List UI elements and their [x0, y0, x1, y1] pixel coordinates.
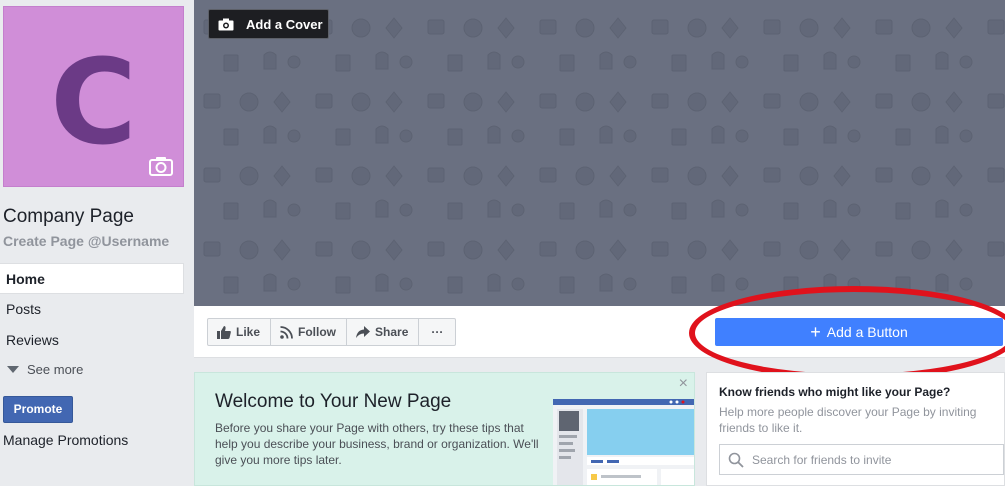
- page-actions: Like Follow Share ···: [207, 318, 457, 346]
- search-icon: [728, 452, 744, 468]
- add-a-button-cta[interactable]: + Add a Button: [715, 318, 1003, 346]
- share-label: Share: [375, 325, 409, 339]
- more-dots-icon: ···: [431, 325, 444, 339]
- invite-friends-card: Know friends who might like your Page? H…: [706, 372, 1005, 486]
- follow-button[interactable]: Follow: [270, 318, 348, 346]
- add-cover-button[interactable]: Add a Cover: [208, 9, 329, 39]
- invite-search-field[interactable]: [719, 444, 1004, 475]
- page-preview-illustration: [553, 399, 694, 485]
- share-arrow-icon: [356, 326, 371, 338]
- invite-title: Know friends who might like your Page?: [719, 385, 951, 399]
- follow-label: Follow: [298, 325, 337, 339]
- caret-down-icon: [7, 366, 19, 373]
- thumbs-up-icon: [217, 325, 231, 339]
- welcome-text: Before you share your Page with others, …: [215, 421, 539, 467]
- manage-promotions-link[interactable]: Manage Promotions: [3, 432, 128, 448]
- profile-letter: C: [50, 33, 137, 171]
- camera-icon: [218, 18, 234, 30]
- nav-item-posts[interactable]: Posts: [0, 294, 184, 325]
- welcome-card: Welcome to Your New Page Before you shar…: [194, 372, 695, 486]
- welcome-title: Welcome to Your New Page: [215, 391, 452, 412]
- invite-description: Help more people discover your Page by i…: [719, 405, 977, 435]
- cover-pattern: [194, 0, 1005, 306]
- close-icon[interactable]: ×: [679, 375, 688, 393]
- profile-picture[interactable]: C: [3, 6, 184, 187]
- nav-item-home[interactable]: Home: [0, 263, 184, 294]
- share-button[interactable]: Share: [346, 318, 420, 346]
- create-username-link[interactable]: Create Page @Username: [3, 233, 169, 249]
- like-button[interactable]: Like: [207, 318, 272, 346]
- add-cover-label: Add a Cover: [246, 16, 323, 32]
- like-label: Like: [236, 325, 261, 339]
- nav-item-reviews[interactable]: Reviews: [0, 325, 184, 356]
- invite-search-input[interactable]: [752, 452, 992, 467]
- add-a-button-label: Add a Button: [826, 324, 908, 340]
- cover-photo: [194, 0, 1005, 306]
- page-nav: Home Posts Reviews: [0, 263, 184, 356]
- see-more-link[interactable]: See more: [7, 362, 83, 377]
- promote-button[interactable]: Promote: [3, 396, 73, 423]
- camera-icon[interactable]: [149, 156, 173, 176]
- see-more-label: See more: [27, 362, 84, 377]
- plus-icon: +: [810, 322, 821, 342]
- more-options-button[interactable]: ···: [418, 318, 457, 346]
- rss-follow-icon: [280, 325, 293, 339]
- page-name: Company Page: [3, 206, 134, 227]
